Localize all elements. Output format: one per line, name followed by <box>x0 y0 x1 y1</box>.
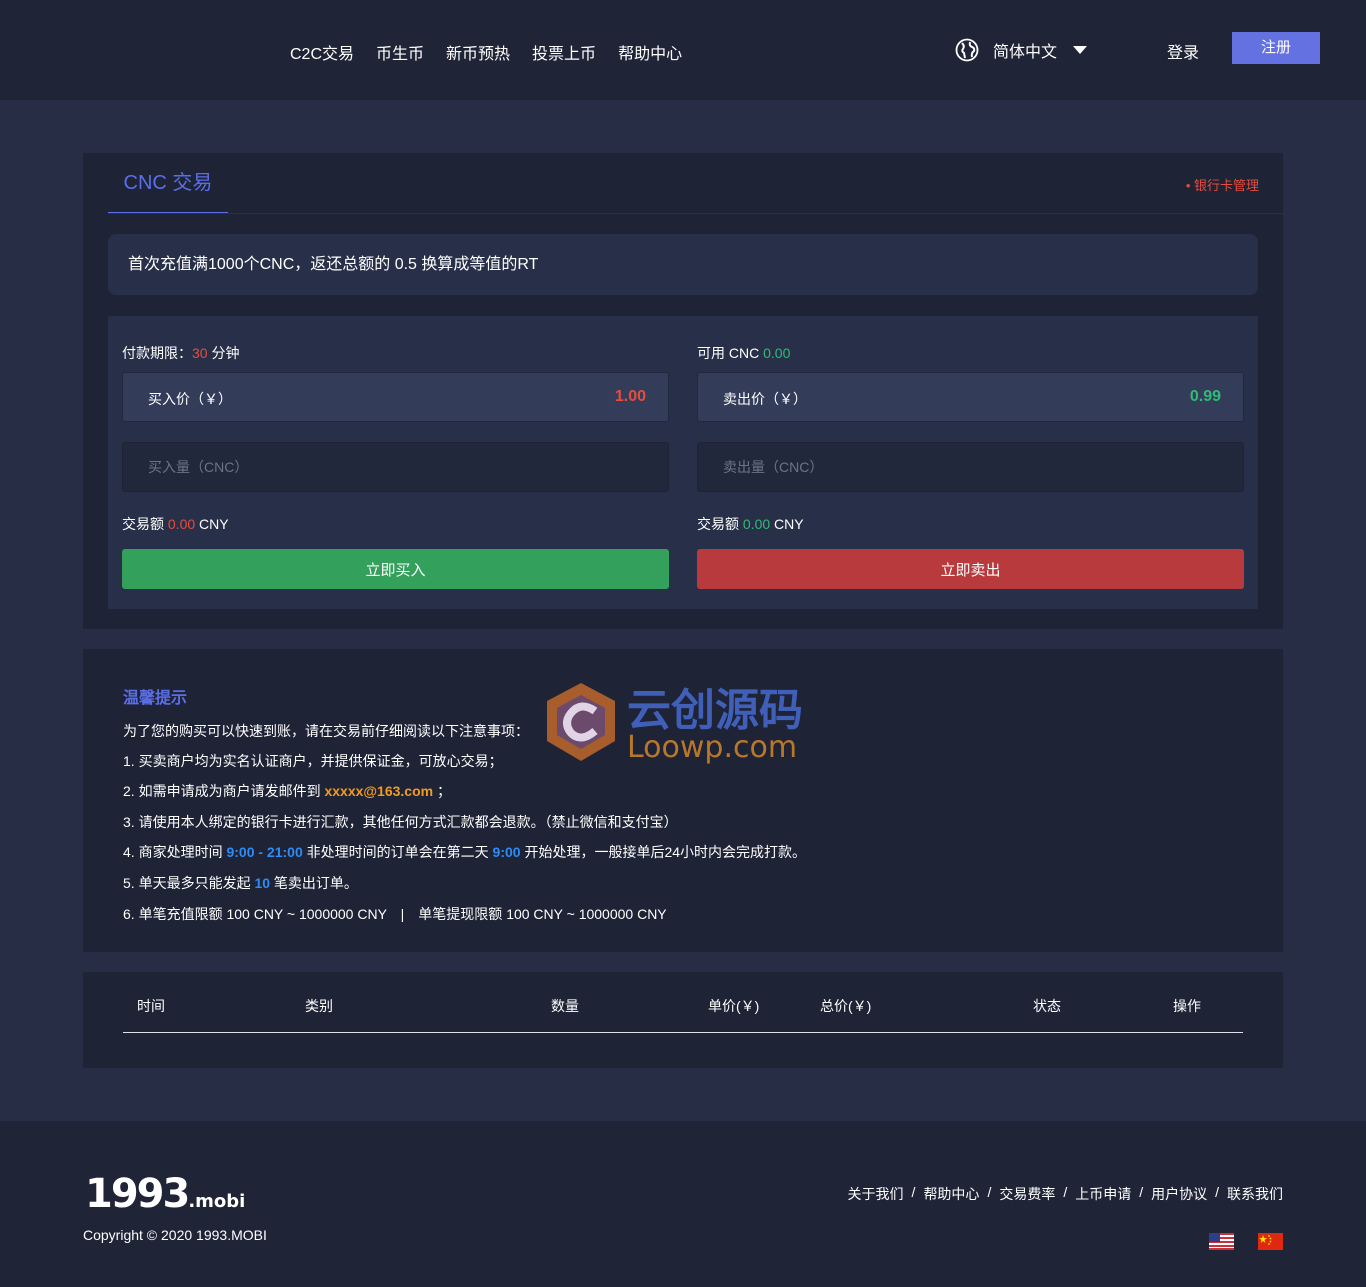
next-day-start: 9:00 <box>492 844 521 860</box>
merchant-email: xxxxx@163.com <box>324 783 434 799</box>
buy-amount-label: 交易额 <box>122 516 164 532</box>
chevron-down-icon <box>1073 46 1088 54</box>
footer-logo[interactable]: 1993.mobi <box>85 1171 245 1217</box>
tips-line-4-suffix: 开始处理，一般接单后24小时内会完成打款。 <box>520 844 807 860</box>
processing-hours: 9:00 - 21:00 <box>226 844 303 860</box>
buy-column: 付款期限：30 分钟 买入价（￥） 1.00 交易额 0.00 CNY 立即买入 <box>122 316 669 609</box>
column-quantity: 数量 <box>551 998 579 1014</box>
footer-link-listing[interactable]: 上币申请 <box>1075 1184 1131 1204</box>
available-balance: 可用 CNC 0.00 <box>697 343 790 363</box>
tips-line-5-prefix: 5. 单天最多只能发起 <box>123 875 255 891</box>
sell-price-value: 0.99 <box>1189 388 1221 405</box>
register-button[interactable]: 注册 <box>1232 32 1320 64</box>
watermark-en: Loowp.com <box>627 730 797 765</box>
buy-now-button[interactable]: 立即买入 <box>122 549 669 589</box>
buy-amount-unit: CNY <box>199 516 229 532</box>
language-label: 简体中文 <box>993 44 1058 61</box>
footer-link-contact[interactable]: 联系我们 <box>1227 1184 1283 1204</box>
tips-line-5-suffix: 笔卖出订单。 <box>270 875 358 891</box>
sell-now-button[interactable]: 立即卖出 <box>697 549 1244 589</box>
tips-line-4-prefix: 4. 商家处理时间 <box>123 844 227 860</box>
buy-quantity-input[interactable] <box>122 442 669 492</box>
tab-cnc-trade[interactable]: CNC 交易 <box>108 153 228 214</box>
tips-line-2: 2. 如需申请成为商户请发邮件到 xxxxx@163.com ； <box>123 781 451 801</box>
login-link[interactable]: 登录 <box>1167 39 1199 63</box>
footer-link-help[interactable]: 帮助中心 <box>923 1184 979 1204</box>
tab-divider <box>108 213 1283 214</box>
tips-line-4-middle: 非处理时间的订单会在第二天 <box>302 844 493 860</box>
footer-link-fees[interactable]: 交易费率 <box>999 1184 1055 1204</box>
trade-form: 付款期限：30 分钟 买入价（￥） 1.00 交易额 0.00 CNY 立即买入… <box>108 316 1258 609</box>
main-nav: C2C交易 币生币 新币预热 投票上币 帮助中心 <box>290 40 682 64</box>
promo-notice: 首次充值满1000个CNC，返还总额的 0.5 换算成等值的RT <box>108 234 1258 295</box>
tips-line-5: 5. 单天最多只能发起 10 笔卖出订单。 <box>123 873 358 893</box>
tips-line-2-suffix: ； <box>433 783 451 799</box>
sell-price-label: 卖出价（￥） <box>723 391 807 407</box>
buy-amount: 交易额 0.00 CNY <box>122 514 229 534</box>
globe-icon <box>955 38 979 62</box>
tips-intro: 为了您的购买可以快速到账，请在交易前仔细阅读以下注意事项： <box>123 723 529 739</box>
footer-logo-main: 1993 <box>85 1171 190 1217</box>
sell-amount-unit: CNY <box>774 516 804 532</box>
available-value: 0.00 <box>763 345 791 361</box>
column-total-price: 总价(￥) <box>820 998 872 1014</box>
column-type: 类别 <box>305 998 333 1014</box>
tips-line-4: 4. 商家处理时间 9:00 - 21:00 非处理时间的订单会在第二天 9:0… <box>123 842 806 862</box>
payment-deadline: 付款期限：30 分钟 <box>122 343 239 363</box>
nav-c2c[interactable]: C2C交易 <box>290 40 354 64</box>
us-flag-icon[interactable] <box>1209 1233 1234 1250</box>
nav-new-coin[interactable]: 新币预热 <box>446 40 510 64</box>
nav-vote-listing[interactable]: 投票上币 <box>532 40 596 64</box>
footer-links: 关于我们 / 帮助中心 / 交易费率 / 上币申请 / 用户协议 / 联系我们 <box>847 1184 1283 1204</box>
records-panel: 时间 类别 数量 单价(￥) 总价(￥) 状态 操作 <box>83 972 1283 1068</box>
tips-line-1: 1. 买卖商户均为实名认证商户，并提供保证金，可放心交易； <box>123 753 503 769</box>
buy-price-value: 1.00 <box>614 388 646 405</box>
top-header: C2C交易 币生币 新币预热 投票上币 帮助中心 简体中文 登录 注册 <box>0 0 1366 100</box>
tips-panel: 温馨提示 为了您的购买可以快速到账，请在交易前仔细阅读以下注意事项： 1. 买卖… <box>83 649 1283 952</box>
tips-line-3: 3. 请使用本人绑定的银行卡进行汇款，其他任何方式汇款都会退款。（禁止微信和支付… <box>123 814 678 830</box>
nav-help[interactable]: 帮助中心 <box>618 40 682 64</box>
trade-panel: CNC 交易 • 银行卡管理 首次充值满1000个CNC，返还总额的 0.5 换… <box>83 153 1283 629</box>
sell-amount-value: 0.00 <box>742 516 771 532</box>
watermark-logo: 云创源码 Loowp.com <box>547 683 803 765</box>
language-selector[interactable]: 简体中文 <box>955 38 1088 62</box>
china-flag-icon[interactable] <box>1258 1233 1283 1250</box>
buy-amount-value: 0.00 <box>167 516 196 532</box>
copyright: Copyright © 2020 1993.MOBI <box>83 1227 267 1243</box>
tips-title: 温馨提示 <box>123 690 188 707</box>
column-time: 时间 <box>137 998 165 1014</box>
tab-header: CNC 交易 • 银行卡管理 <box>83 153 1283 214</box>
footer-link-agreement[interactable]: 用户协议 <box>1151 1184 1207 1204</box>
table-header-divider <box>123 1032 1243 1033</box>
sell-amount-label: 交易额 <box>697 516 739 532</box>
nav-coin-earn[interactable]: 币生币 <box>376 40 424 64</box>
tips-line-2-prefix: 2. 如需申请成为商户请发邮件到 <box>123 783 325 799</box>
sell-quantity-input[interactable] <box>697 442 1244 492</box>
deadline-value: 30 <box>192 345 208 361</box>
sell-column: 可用 CNC 0.00 卖出价（￥） 0.99 交易额 0.00 CNY 立即卖… <box>697 316 1244 609</box>
footer-logo-suffix: .mobi <box>188 1191 246 1212</box>
daily-order-limit: 10 <box>254 875 271 891</box>
deadline-unit: 分钟 <box>211 345 240 361</box>
footer-link-about[interactable]: 关于我们 <box>848 1184 904 1204</box>
column-status: 状态 <box>1033 998 1061 1014</box>
footer: 1993.mobi Copyright © 2020 1993.MOBI 关于我… <box>0 1121 1366 1287</box>
sell-price-box: 卖出价（￥） 0.99 <box>697 372 1244 422</box>
available-label: 可用 CNC <box>697 345 760 361</box>
bank-card-management-link[interactable]: • 银行卡管理 <box>1186 175 1259 194</box>
tips-line-6: 6. 单笔充值限额 100 CNY ~ 1000000 CNY | 单笔提现限额… <box>123 906 667 922</box>
buy-price-label: 买入价（￥） <box>148 391 232 407</box>
sell-amount: 交易额 0.00 CNY <box>697 514 804 534</box>
column-unit-price: 单价(￥) <box>708 998 760 1014</box>
watermark-cn: 云创源码 <box>627 685 803 736</box>
buy-price-box: 买入价（￥） 1.00 <box>122 372 669 422</box>
column-action: 操作 <box>1173 998 1201 1014</box>
deadline-label: 付款期限： <box>122 345 192 361</box>
